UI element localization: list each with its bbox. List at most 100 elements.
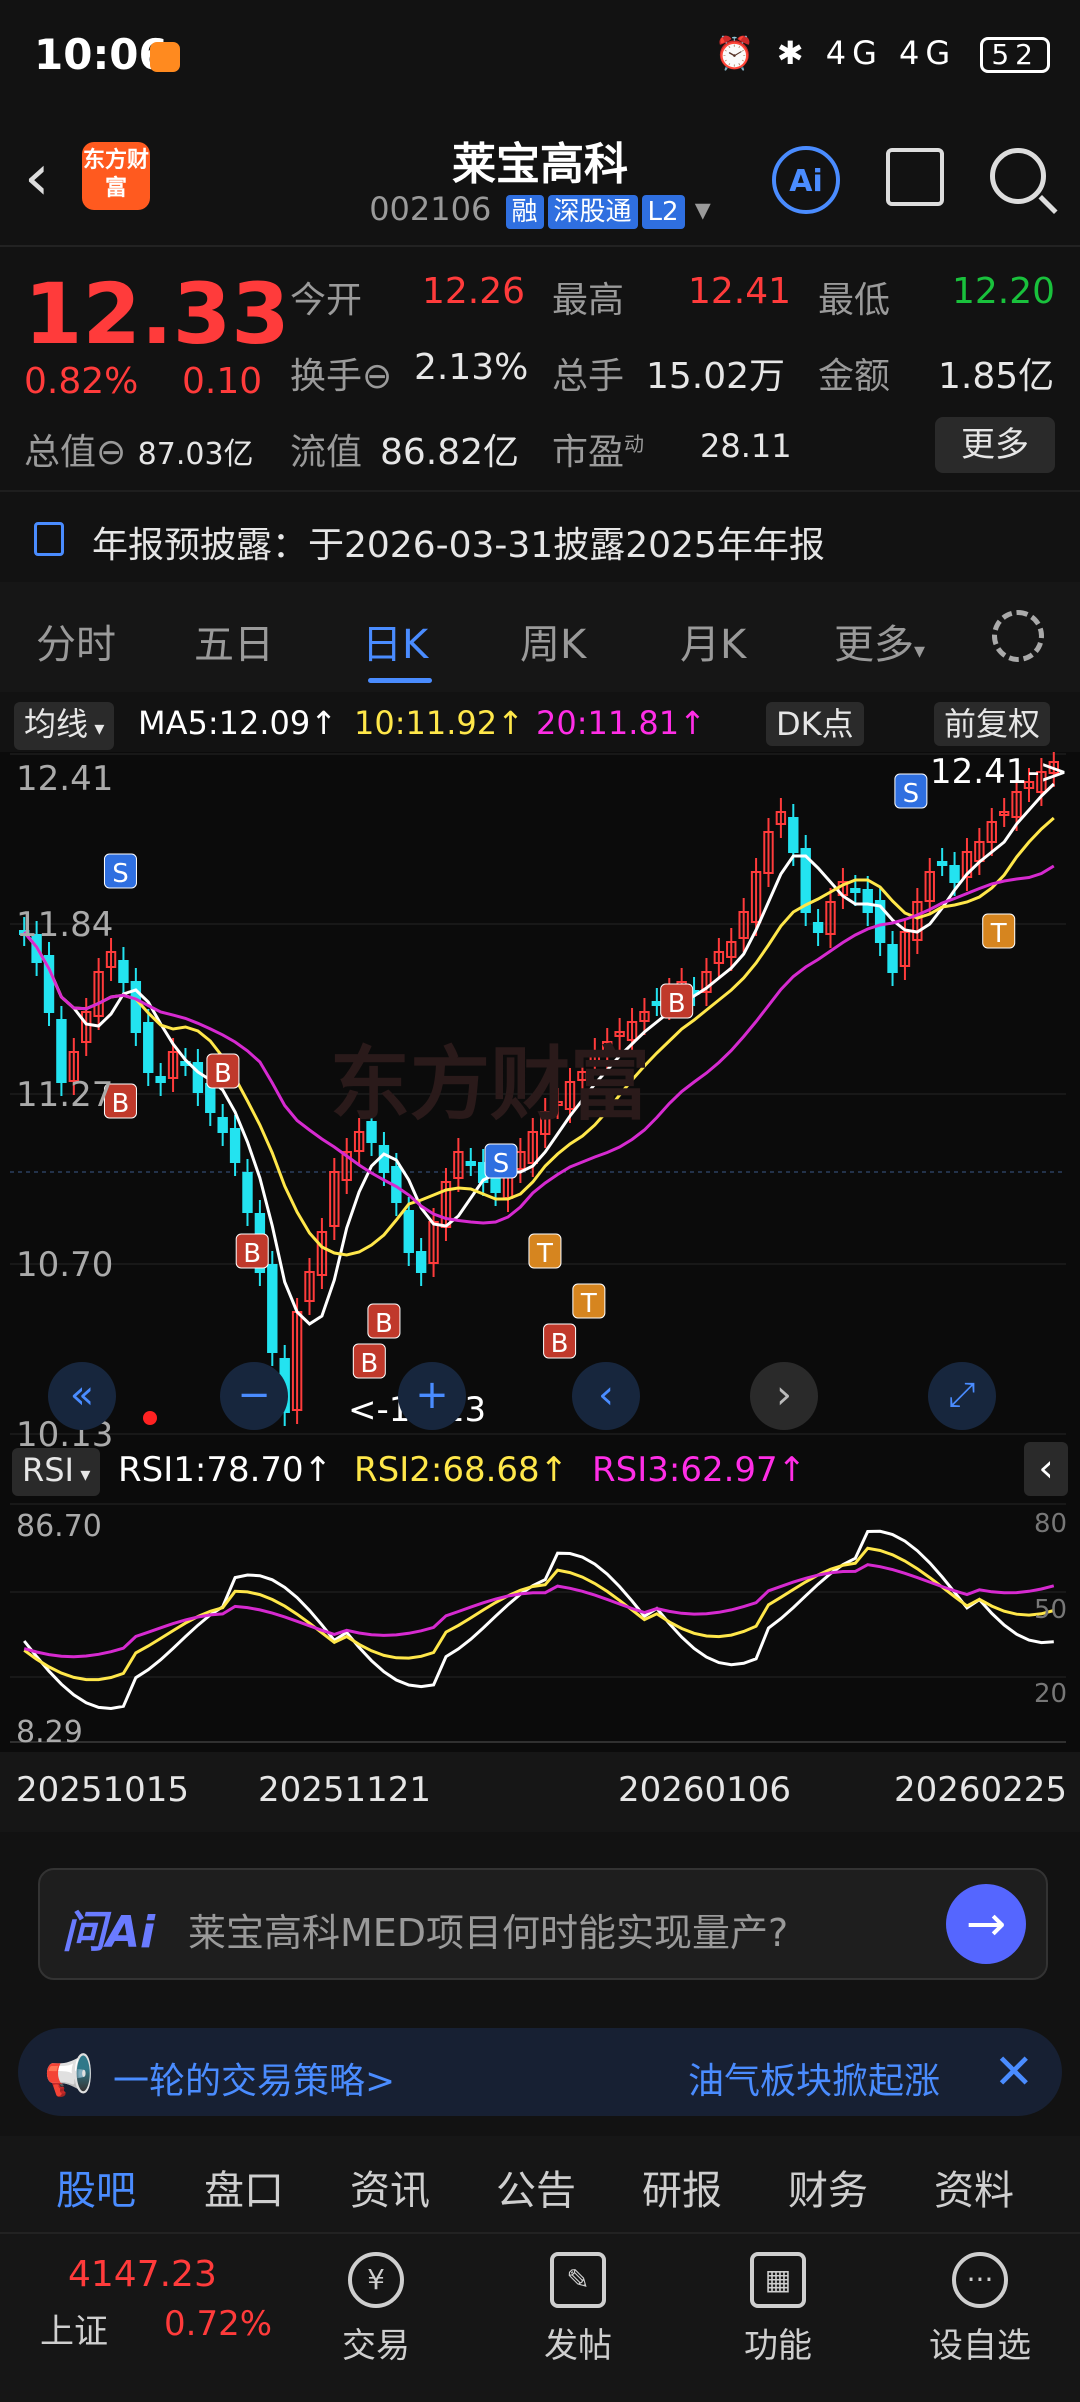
tab-more[interactable]: 更多▾ xyxy=(834,612,925,670)
share-icon[interactable] xyxy=(886,148,944,206)
volume-label: 总手 xyxy=(552,356,625,397)
signal-marker-text: B xyxy=(375,1309,393,1339)
rsi-axis-label: 86.70 xyxy=(16,1509,102,1544)
turnover-value: 2.13% xyxy=(414,347,529,388)
candle-body xyxy=(812,922,824,933)
functions-button[interactable]: ▦ 功能 xyxy=(708,2246,848,2367)
signal-marker-text: T xyxy=(536,1239,553,1269)
high-label: 最高 xyxy=(552,280,625,321)
more-button[interactable]: 更多 xyxy=(935,417,1055,473)
rsi-axis-label: 80 xyxy=(1034,1509,1067,1539)
detail-tabs: 股吧 盘口 资讯 公告 研报 财务 资料 xyxy=(0,2136,1080,2232)
tab-news[interactable]: 资讯 xyxy=(350,2158,430,2216)
rsi-axis-label: 50 xyxy=(1034,1595,1067,1625)
chevron-down-icon[interactable]: ▾ xyxy=(695,190,711,228)
grid-icon: ▦ xyxy=(750,2252,806,2308)
high-marker: 12.41-> xyxy=(930,752,1069,792)
scroll-left-fast-icon[interactable]: « xyxy=(48,1362,116,1430)
open-label: 今开 xyxy=(290,280,363,321)
tab-intraday[interactable]: 分时 xyxy=(36,612,116,670)
news-ticker[interactable]: 📢 一轮的交易策略> 油气板块掀起涨 ✕ xyxy=(18,2028,1062,2116)
tab-weekly-k[interactable]: 周K xyxy=(520,612,586,670)
signal-marker: T xyxy=(982,913,1016,949)
index-name[interactable]: 上证 xyxy=(40,2304,108,2353)
announcement-bar[interactable]: 年报预披露：于2026-03-31披露2025年年报 xyxy=(0,490,1080,586)
tab-daily-k[interactable]: 日K xyxy=(362,612,428,670)
close-icon[interactable]: ✕ xyxy=(994,2044,1034,2100)
tab-monthly-k[interactable]: 月K xyxy=(680,612,746,670)
arrow-right-icon[interactable]: → xyxy=(946,1884,1026,1964)
ticker-text-left[interactable]: 一轮的交易策略> xyxy=(113,2052,395,2104)
candle-body xyxy=(217,1117,228,1133)
last-price: 12.33 xyxy=(24,265,290,363)
candle-body xyxy=(862,889,873,913)
candle-body xyxy=(936,861,948,866)
zoom-in-icon[interactable]: + xyxy=(398,1362,466,1430)
ai-assistant-button[interactable]: Ai xyxy=(772,146,840,214)
rsi-selector[interactable]: RSI ▾ xyxy=(12,1448,101,1496)
signal-marker: B xyxy=(352,1343,386,1379)
total-cap-label: 总值 xyxy=(24,432,97,473)
signal-marker: B xyxy=(235,1233,269,1269)
candle-body xyxy=(465,1161,476,1166)
change-amount: 0.10 xyxy=(182,361,263,402)
adjust-button[interactable]: 前复权 xyxy=(934,702,1051,746)
stock-header: ‹ 东方财富 莱宝高科 002106 融深股通 L2 ▾ Ai xyxy=(0,110,1080,247)
tab-forum[interactable]: 股吧 xyxy=(56,2158,136,2216)
scroll-left-icon[interactable]: ‹ xyxy=(572,1362,640,1430)
signal-marker: S xyxy=(103,853,137,889)
ask-ai-bar[interactable]: 问Ai 莱宝高科MED项目何时能实现量产? → xyxy=(38,1868,1048,1980)
candle-body xyxy=(229,1128,241,1163)
ma5-value: MA5:12.09↑ xyxy=(138,704,338,742)
signal-marker-text: B xyxy=(551,1329,569,1359)
ask-ai-question[interactable]: 莱宝高科MED项目何时能实现量产? xyxy=(188,1902,788,1957)
candle-body xyxy=(651,1001,663,1006)
stock-code: 002106 xyxy=(369,190,492,228)
candle-body xyxy=(242,1172,253,1213)
info-icon[interactable]: ⊖ xyxy=(362,356,392,397)
tab-research[interactable]: 研报 xyxy=(642,2158,722,2216)
trade-button[interactable]: ¥ 交易 xyxy=(306,2246,446,2367)
tab-financials[interactable]: 财务 xyxy=(788,2158,868,2216)
search-icon[interactable] xyxy=(990,148,1046,204)
signal-marker-text: B xyxy=(360,1349,378,1379)
notification-app-icon xyxy=(150,42,180,72)
scroll-right-icon[interactable]: › xyxy=(750,1362,818,1430)
battery-icon: 52 xyxy=(980,37,1050,73)
index-change[interactable]: 0.72% xyxy=(164,2304,272,2344)
info-icon[interactable]: ⊖ xyxy=(96,432,126,473)
tab-orderbook[interactable]: 盘口 xyxy=(204,2158,284,2216)
rsi-axis-label: 20 xyxy=(1034,1679,1067,1709)
fullscreen-icon[interactable]: ⤢ xyxy=(928,1362,996,1430)
signal-marker-text: S xyxy=(493,1149,510,1179)
collapse-panel-icon[interactable]: ‹ xyxy=(1024,1442,1068,1496)
zoom-out-icon[interactable]: − xyxy=(220,1362,288,1430)
dk-point-button[interactable]: DK点 xyxy=(766,702,864,746)
functions-label: 功能 xyxy=(744,2326,812,2366)
candle-body xyxy=(949,865,960,883)
high-value: 12.41 xyxy=(688,271,792,312)
index-value[interactable]: 4147.23 xyxy=(68,2254,217,2295)
add-watchlist-label: 设自选 xyxy=(929,2326,1031,2366)
change-percent: 0.82% xyxy=(24,361,139,402)
total-cap: 总值⊖ 87.03亿 xyxy=(24,423,254,475)
post-label: 发帖 xyxy=(544,2326,612,2366)
chevron-down-icon: ▾ xyxy=(73,1462,91,1486)
pe-label: 市盈 xyxy=(552,432,625,473)
post-button[interactable]: ✎ 发帖 xyxy=(508,2246,648,2367)
open-value: 12.26 xyxy=(422,271,526,312)
tab-profile[interactable]: 资料 xyxy=(934,2158,1014,2216)
indicator-selector[interactable]: 均线 ▾ xyxy=(14,702,115,750)
ticker-text-right[interactable]: 油气板块掀起涨 xyxy=(688,2052,940,2104)
candle-body xyxy=(378,1145,390,1173)
turnover-label: 换手 xyxy=(290,356,363,397)
open-cell: 今开 xyxy=(290,271,362,323)
tab-announcements[interactable]: 公告 xyxy=(496,2158,576,2216)
kline-chart[interactable]: SBBBBBSTBTBST 12.4111.8411.2710.7010.138… xyxy=(0,752,1080,1752)
tab-five-day[interactable]: 五日 xyxy=(194,612,274,670)
add-watchlist-button[interactable]: ··· 设自选 xyxy=(910,2246,1050,2367)
edit-icon: ✎ xyxy=(550,2252,606,2308)
volume-cell: 总手 xyxy=(552,347,624,399)
low-value: 12.20 xyxy=(952,271,1056,312)
gear-icon[interactable] xyxy=(992,610,1044,662)
